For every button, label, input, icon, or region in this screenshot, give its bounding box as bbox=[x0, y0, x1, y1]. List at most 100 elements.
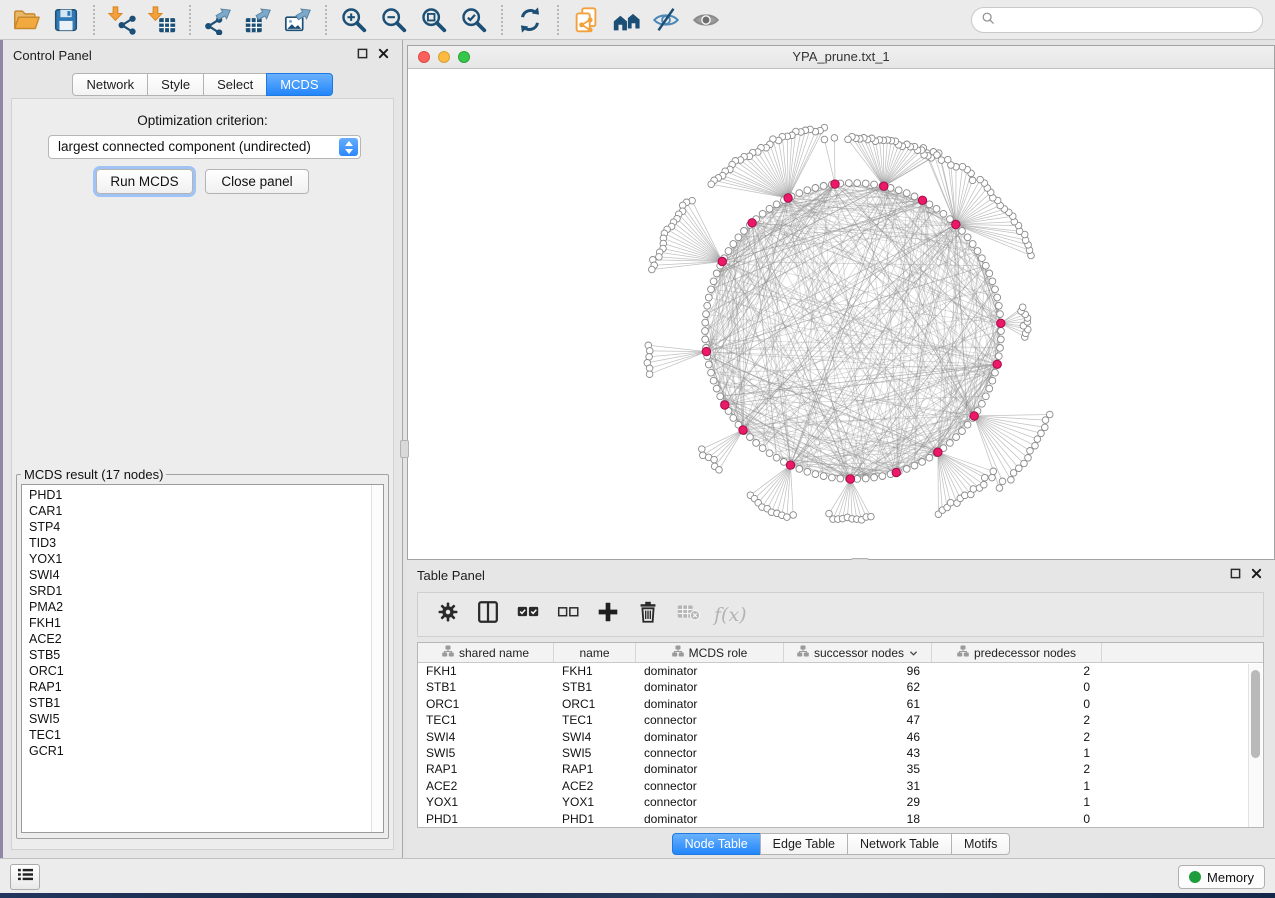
add-row-button[interactable] bbox=[590, 597, 626, 633]
network-window: YPA_prune.txt_1 bbox=[407, 45, 1275, 560]
delete-table-button[interactable] bbox=[670, 597, 706, 633]
import-network-button[interactable] bbox=[102, 3, 142, 37]
close-panel-button[interactable]: Close panel bbox=[205, 169, 309, 194]
mcds-result-list[interactable]: PHD1CAR1STP4TID3YOX1SWI4SRD1PMA2FKH1ACE2… bbox=[21, 484, 384, 833]
gear-button[interactable] bbox=[430, 597, 466, 633]
optimization-criterion-select[interactable]: largest connected component (undirected) bbox=[48, 135, 361, 159]
table-row[interactable]: SWI5SWI5connector431 bbox=[418, 745, 1263, 761]
table-row[interactable]: SWI4SWI4dominator462 bbox=[418, 729, 1263, 745]
select-all-button[interactable] bbox=[510, 597, 546, 633]
zoom-selected-button[interactable] bbox=[454, 3, 494, 37]
mcds-result-item[interactable]: ACE2 bbox=[29, 631, 383, 647]
zoom-selected-icon bbox=[459, 5, 489, 35]
mcds-result-item[interactable]: YOX1 bbox=[29, 551, 383, 567]
close-panel-icon[interactable] bbox=[378, 48, 389, 59]
table-row[interactable]: ORC1ORC1dominator610 bbox=[418, 696, 1263, 712]
table-scrollbar[interactable] bbox=[1248, 664, 1262, 827]
show-all-button[interactable] bbox=[686, 3, 726, 37]
table-row[interactable]: STB1STB1dominator620 bbox=[418, 679, 1263, 695]
first-neighbors-button[interactable] bbox=[606, 3, 646, 37]
table-row[interactable]: RAP1RAP1dominator352 bbox=[418, 761, 1263, 777]
save-session-button[interactable] bbox=[46, 3, 86, 37]
deselect-all-button[interactable] bbox=[550, 597, 586, 633]
table-float-window-icon[interactable] bbox=[1230, 568, 1241, 579]
export-image-button[interactable] bbox=[278, 3, 318, 37]
table-row[interactable]: FKH1FKH1dominator962 bbox=[418, 663, 1263, 679]
column-header-predecessor-nodes[interactable]: predecessor nodes bbox=[932, 643, 1102, 662]
export-network-button[interactable] bbox=[198, 3, 238, 37]
table-cell: PHD1 bbox=[554, 811, 636, 827]
network-canvas[interactable] bbox=[408, 69, 1274, 559]
table-tab-motifs[interactable]: Motifs bbox=[951, 833, 1010, 855]
column-header-MCDS-role[interactable]: MCDS role bbox=[636, 643, 784, 662]
mcds-result-item[interactable]: PHD1 bbox=[29, 487, 383, 503]
column-header-shared-name[interactable]: shared name bbox=[418, 643, 554, 662]
search-box[interactable] bbox=[971, 7, 1263, 33]
mcds-result-item[interactable]: TEC1 bbox=[29, 727, 383, 743]
mcds-result-item[interactable]: STP4 bbox=[29, 519, 383, 535]
mcds-result-item[interactable]: PMA2 bbox=[29, 599, 383, 615]
table-cell: 1 bbox=[932, 745, 1102, 761]
table-close-panel-icon[interactable] bbox=[1251, 568, 1262, 579]
mcds-result-item[interactable]: STB1 bbox=[29, 695, 383, 711]
minimize-window-light[interactable] bbox=[438, 51, 450, 63]
mcds-result-item[interactable]: STB5 bbox=[29, 647, 383, 663]
import-table-button[interactable] bbox=[142, 3, 182, 37]
mcds-result-item[interactable]: TID3 bbox=[29, 535, 383, 551]
open-file-button[interactable] bbox=[6, 3, 46, 37]
table-row[interactable]: PHD1PHD1dominator180 bbox=[418, 811, 1263, 827]
toolbar-separator bbox=[93, 5, 95, 35]
run-mcds-button[interactable]: Run MCDS bbox=[96, 169, 193, 194]
hide-selected-button[interactable] bbox=[646, 3, 686, 37]
tab-style[interactable]: Style bbox=[147, 73, 204, 96]
table-cell: 43 bbox=[784, 745, 932, 761]
table-row[interactable]: TEC1TEC1connector472 bbox=[418, 712, 1263, 728]
mcds-result-item[interactable]: SRD1 bbox=[29, 583, 383, 599]
close-window-light[interactable] bbox=[418, 51, 430, 63]
vertical-splitter-grip[interactable] bbox=[400, 440, 409, 458]
table-cell: RAP1 bbox=[554, 761, 636, 777]
table-cell: YOX1 bbox=[554, 794, 636, 810]
tab-network[interactable]: Network bbox=[72, 73, 148, 96]
delete-row-button[interactable] bbox=[630, 597, 666, 633]
mcds-result-item[interactable]: RAP1 bbox=[29, 679, 383, 695]
export-table-button[interactable] bbox=[238, 3, 278, 37]
mcds-result-item[interactable]: ORC1 bbox=[29, 663, 383, 679]
mcds-result-item[interactable]: CAR1 bbox=[29, 503, 383, 519]
mcds-result-item[interactable]: SWI4 bbox=[29, 567, 383, 583]
network-window-titlebar[interactable]: YPA_prune.txt_1 bbox=[408, 46, 1274, 69]
table-cell: PHD1 bbox=[418, 811, 554, 827]
table-cell: FKH1 bbox=[418, 663, 554, 679]
columns-button[interactable] bbox=[470, 597, 506, 633]
column-header-name[interactable]: name bbox=[554, 643, 636, 662]
table-row[interactable]: YOX1YOX1connector291 bbox=[418, 794, 1263, 810]
mcds-result-scrollbar[interactable] bbox=[371, 485, 383, 832]
float-window-icon[interactable] bbox=[357, 48, 368, 59]
maximize-window-light[interactable] bbox=[458, 51, 470, 63]
task-history-button[interactable] bbox=[10, 864, 40, 890]
table-tab-edge-table[interactable]: Edge Table bbox=[760, 833, 848, 855]
table-cell: 2 bbox=[932, 761, 1102, 777]
zoom-fit-button[interactable] bbox=[414, 3, 454, 37]
network-from-selection-button[interactable] bbox=[566, 3, 606, 37]
tab-select[interactable]: Select bbox=[203, 73, 267, 96]
mcds-result-item[interactable]: SWI5 bbox=[29, 711, 383, 727]
mcds-result-item[interactable]: FKH1 bbox=[29, 615, 383, 631]
table-scrollbar-thumb[interactable] bbox=[1251, 670, 1260, 758]
zoom-out-button[interactable] bbox=[374, 3, 414, 37]
node-table[interactable]: shared namenameMCDS rolesuccessor nodesp… bbox=[417, 642, 1264, 828]
apply-layout-button[interactable] bbox=[510, 3, 550, 37]
network-graph[interactable] bbox=[408, 69, 1274, 559]
table-row[interactable]: ACE2ACE2connector311 bbox=[418, 778, 1263, 794]
zoom-in-button[interactable] bbox=[334, 3, 374, 37]
table-tab-node-table[interactable]: Node Table bbox=[672, 833, 761, 855]
table-cell: 1 bbox=[932, 778, 1102, 794]
table-panel-title: Table Panel bbox=[417, 568, 485, 583]
memory-button[interactable]: Memory bbox=[1178, 865, 1265, 889]
function-builder-button[interactable]: f(x) bbox=[714, 604, 747, 626]
column-header-successor-nodes[interactable]: successor nodes bbox=[784, 643, 932, 662]
table-tab-network-table[interactable]: Network Table bbox=[847, 833, 952, 855]
tab-mcds[interactable]: MCDS bbox=[266, 73, 332, 96]
search-input[interactable] bbox=[1000, 10, 1262, 30]
mcds-result-item[interactable]: GCR1 bbox=[29, 743, 383, 759]
